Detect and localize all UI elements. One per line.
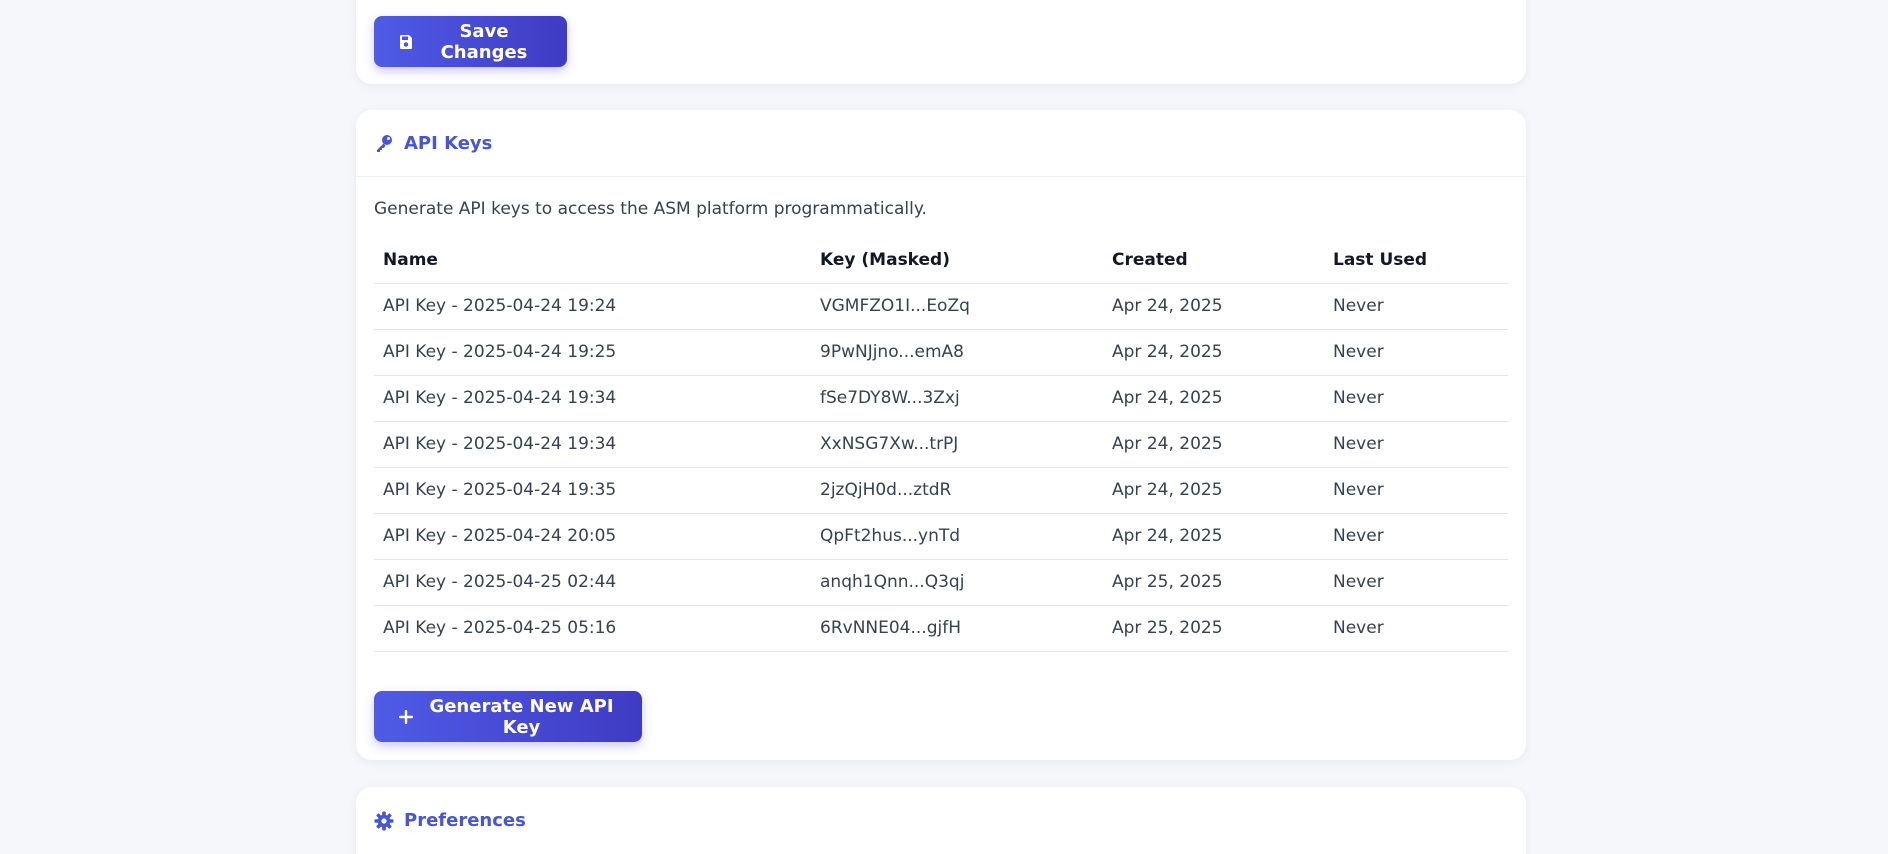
cell-key: 6RvNNE04...gjfH	[811, 605, 1103, 652]
generate-api-key-label: Generate New API Key	[429, 695, 614, 738]
cell-created: Apr 24, 2025	[1103, 513, 1324, 560]
table-row: API Key - 2025-04-24 19:35 2jzQjH0d...zt…	[374, 467, 1508, 514]
table-row: API Key - 2025-04-24 19:25 9PwNJjno...em…	[374, 329, 1508, 376]
cell-last-used: Never	[1324, 283, 1508, 330]
api-keys-card: API Keys Generate API keys to access the…	[356, 110, 1526, 760]
table-row: API Key - 2025-04-25 05:16 6RvNNE04...gj…	[374, 605, 1508, 652]
table-row: API Key - 2025-04-25 02:44 anqh1Qnn...Q3…	[374, 559, 1508, 606]
cell-created: Apr 24, 2025	[1103, 283, 1324, 330]
cell-created: Apr 25, 2025	[1103, 559, 1324, 606]
save-changes-label: Save Changes	[440, 20, 528, 63]
table-row: API Key - 2025-04-24 19:24 VGMFZO1I...Eo…	[374, 283, 1508, 330]
cell-name: API Key - 2025-04-24 19:34	[374, 375, 811, 422]
preferences-header: Preferences	[356, 787, 1526, 854]
cell-name: API Key - 2025-04-25 05:16	[374, 605, 811, 652]
gear-icon	[374, 811, 394, 831]
cell-last-used: Never	[1324, 421, 1508, 468]
column-header-last-used: Last Used	[1324, 237, 1508, 284]
cell-name: API Key - 2025-04-24 19:35	[374, 467, 811, 514]
preferences-card: Preferences	[356, 787, 1526, 854]
preferences-title: Preferences	[404, 810, 526, 831]
cell-created: Apr 24, 2025	[1103, 421, 1324, 468]
save-changes-button[interactable]: Save Changes	[374, 16, 567, 67]
column-header-key: Key (Masked)	[811, 237, 1103, 284]
column-header-name: Name	[374, 237, 811, 284]
plus-icon	[398, 708, 414, 726]
cell-created: Apr 24, 2025	[1103, 329, 1324, 376]
table-row: API Key - 2025-04-24 19:34 fSe7DY8W...3Z…	[374, 375, 1508, 422]
cell-name: API Key - 2025-04-24 19:34	[374, 421, 811, 468]
api-keys-title: API Keys	[404, 132, 493, 154]
cell-key: QpFt2hus...ynTd	[811, 513, 1103, 560]
cell-created: Apr 25, 2025	[1103, 605, 1324, 652]
api-keys-header: API Keys	[356, 110, 1526, 177]
cell-key: VGMFZO1I...EoZq	[811, 283, 1103, 330]
api-keys-table: Name Key (Masked) Created Last Used API …	[374, 237, 1508, 652]
cell-key: fSe7DY8W...3Zxj	[811, 375, 1103, 422]
settings-card: Save Changes	[356, 0, 1526, 84]
table-row: API Key - 2025-04-24 19:34 XxNSG7Xw...tr…	[374, 421, 1508, 468]
cell-key: XxNSG7Xw...trPJ	[811, 421, 1103, 468]
table-row: API Key - 2025-04-24 20:05 QpFt2hus...yn…	[374, 513, 1508, 560]
cell-last-used: Never	[1324, 513, 1508, 560]
cell-created: Apr 24, 2025	[1103, 467, 1324, 514]
cell-key: 2jzQjH0d...ztdR	[811, 467, 1103, 514]
cell-name: API Key - 2025-04-24 19:25	[374, 329, 811, 376]
cell-last-used: Never	[1324, 605, 1508, 652]
api-keys-body: Generate API keys to access the ASM plat…	[356, 177, 1526, 652]
cell-name: API Key - 2025-04-25 02:44	[374, 559, 811, 606]
table-header-row: Name Key (Masked) Created Last Used	[374, 237, 1508, 284]
save-icon	[398, 33, 414, 51]
cell-last-used: Never	[1324, 375, 1508, 422]
cell-created: Apr 24, 2025	[1103, 375, 1324, 422]
generate-api-key-button[interactable]: Generate New API Key	[374, 691, 642, 742]
cell-name: API Key - 2025-04-24 19:24	[374, 283, 811, 330]
cell-last-used: Never	[1324, 559, 1508, 606]
cell-last-used: Never	[1324, 467, 1508, 514]
cell-key: anqh1Qnn...Q3qj	[811, 559, 1103, 606]
cell-name: API Key - 2025-04-24 20:05	[374, 513, 811, 560]
cell-last-used: Never	[1324, 329, 1508, 376]
column-header-created: Created	[1103, 237, 1324, 284]
key-icon	[374, 133, 394, 153]
api-keys-description: Generate API keys to access the ASM plat…	[374, 199, 927, 219]
cell-key: 9PwNJjno...emA8	[811, 329, 1103, 376]
